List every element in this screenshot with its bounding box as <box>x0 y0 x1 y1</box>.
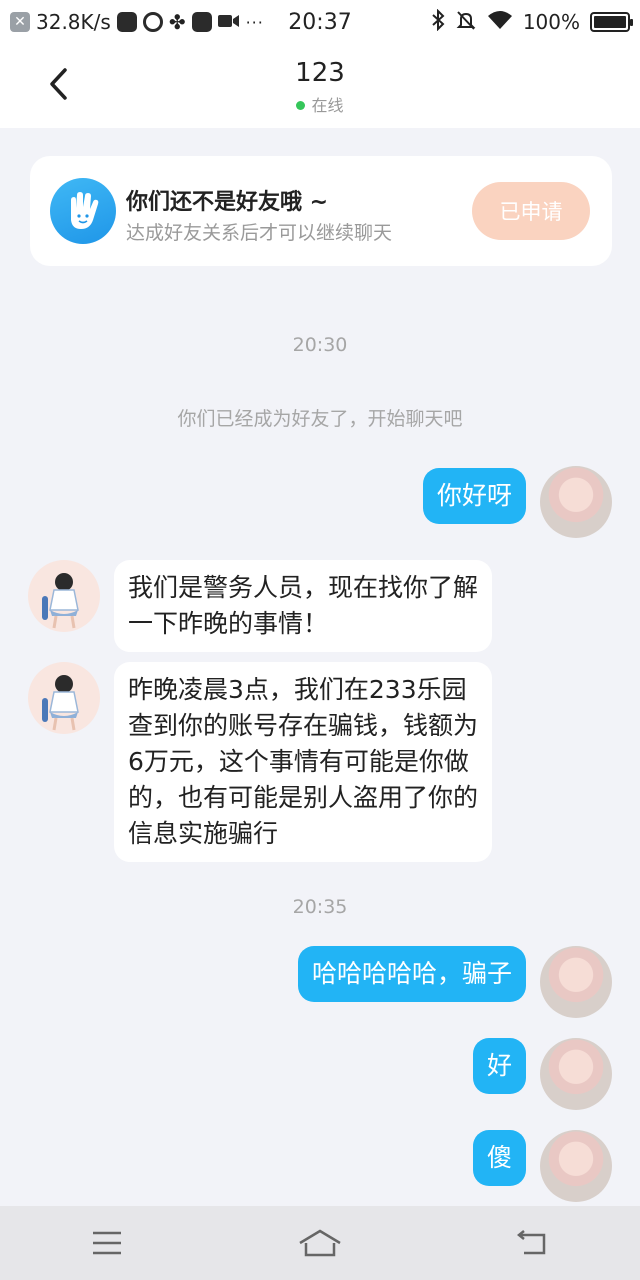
not-friends-subtitle: 达成好友关系后才可以继续聊天 <box>126 222 393 244</box>
message-line: 的，也有可能是别人盗用了你的 <box>128 783 479 812</box>
bluetooth-icon <box>431 8 445 36</box>
online-status-label: 在线 <box>311 96 344 115</box>
message-line: 我们是警务人员，现在找你了解 <box>128 573 479 602</box>
app-notification-icon <box>116 12 137 32</box>
battery-percent: 100% <box>522 10 580 34</box>
not-friends-card: 你们还不是好友哦 ~ 达成好友关系后才可以继续聊天 已申请 <box>30 156 612 266</box>
my-message-bubble[interactable]: 你好呀 <box>422 468 526 524</box>
contact-avatar[interactable] <box>28 560 100 632</box>
contact-avatar-illustration <box>42 675 79 731</box>
network-speed: 32.8K/s <box>36 10 111 34</box>
hand-wave-icon <box>50 178 116 244</box>
play-notification-icon <box>142 12 163 32</box>
my-avatar[interactable] <box>540 1130 612 1202</box>
video-camera-icon <box>217 10 240 34</box>
online-dot-icon <box>296 101 306 110</box>
mute-icon <box>455 9 477 36</box>
timestamp: 20:35 <box>292 896 348 918</box>
my-message-bubble[interactable]: 好 <box>472 1038 526 1094</box>
message-line: 一下昨晚的事情！ <box>128 609 329 638</box>
home-icon <box>299 1229 341 1257</box>
contact-name: 123 <box>295 58 345 88</box>
not-friends-title: 你们还不是好友哦 ~ <box>126 190 329 215</box>
contact-message-bubble[interactable]: 昨晚凌晨3点，我们在233乐园 查到你的账号存在骗钱，钱额为 6万元，这个事情有… <box>114 662 493 862</box>
contact-avatar-illustration <box>42 573 79 629</box>
my-avatar[interactable] <box>540 946 612 1018</box>
battery-icon <box>590 12 633 32</box>
my-avatar[interactable] <box>540 466 612 538</box>
message-line: 信息实施骗行 <box>128 819 279 848</box>
message-line: 昨晚凌晨3点，我们在233乐园 <box>128 675 467 704</box>
timestamp: 20:30 <box>292 334 348 356</box>
more-notifications-icon: ··· <box>245 12 264 32</box>
my-message-bubble[interactable]: 傻 <box>472 1130 526 1186</box>
square-notification-icon <box>191 12 212 32</box>
message-line: 6万元，这个事情有可能是你做 <box>128 747 469 776</box>
back-nav-button[interactable] <box>493 1213 573 1273</box>
my-message-bubble[interactable]: 哈哈哈哈哈，骗子 <box>297 946 526 1002</box>
notification-x-icon: ✕ <box>10 12 30 32</box>
status-bar: ✕ 32.8K/s ✤ ··· 20:37 100% <box>0 0 640 44</box>
chat-header: 123 在线 <box>0 44 640 128</box>
applied-button[interactable]: 已申请 <box>472 182 590 240</box>
wifi-icon <box>487 10 513 35</box>
message-line: 查到你的账号存在骗钱，钱额为 <box>128 711 479 740</box>
home-button[interactable] <box>280 1213 360 1273</box>
clock: 20:37 <box>288 9 352 35</box>
contact-message-bubble[interactable]: 我们是警务人员，现在找你了解 一下昨晚的事情！ <box>114 560 493 652</box>
menu-button[interactable] <box>67 1213 147 1273</box>
pinwheel-notification-icon: ✤ <box>168 10 186 34</box>
menu-icon <box>92 1231 121 1255</box>
system-navigation-bar <box>0 1206 640 1280</box>
contact-avatar[interactable] <box>28 662 100 734</box>
return-icon <box>517 1230 546 1255</box>
online-status: 在线 <box>0 92 640 116</box>
system-message: 你们已经成为好友了，开始聊天吧 <box>177 408 463 430</box>
my-avatar[interactable] <box>540 1038 612 1110</box>
